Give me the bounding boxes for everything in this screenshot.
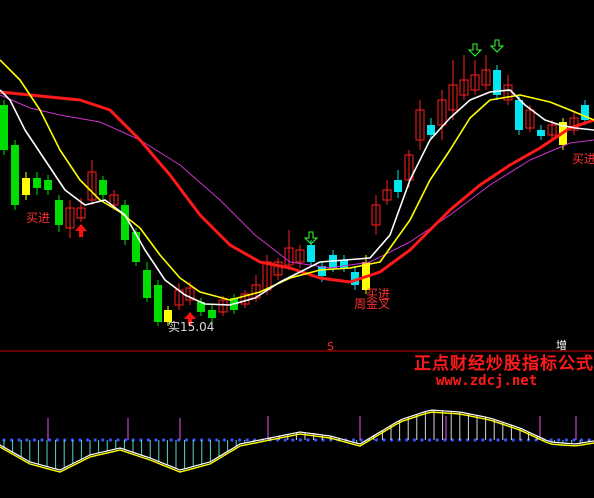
- baseline-dot: [116, 438, 120, 442]
- baseline-dot: [230, 438, 234, 442]
- baseline-dot: [101, 438, 105, 442]
- candle-body: [22, 178, 30, 195]
- baseline-dot: [215, 438, 219, 442]
- stock-chart[interactable]: [0, 0, 594, 498]
- candle-body: [99, 180, 107, 195]
- baseline-dot: [504, 438, 508, 442]
- watermark-title: 正点财经炒股指标公式: [414, 354, 594, 374]
- candle-body: [33, 178, 41, 188]
- baseline-dot: [17, 438, 21, 442]
- watermark-url: www.zdcj.net: [436, 373, 538, 389]
- baseline-dot: [352, 438, 356, 442]
- baseline-dot: [25, 438, 29, 442]
- baseline-dot: [245, 438, 249, 442]
- baseline-dot: [154, 438, 158, 442]
- baseline-dot: [169, 438, 173, 442]
- baseline-dot: [238, 438, 242, 442]
- baseline-dot: [162, 438, 166, 442]
- baseline-dot: [564, 438, 569, 442]
- candle-body: [515, 100, 523, 130]
- add-marker-label: 增: [556, 339, 567, 352]
- baseline-dot: [435, 438, 439, 442]
- candle-body: [427, 125, 435, 135]
- baseline-dot: [488, 438, 492, 442]
- baseline-dot: [86, 438, 90, 442]
- baseline-dot: [40, 438, 44, 442]
- s-marker-label: S: [327, 340, 334, 353]
- baseline-dot: [390, 438, 394, 442]
- candle-body: [394, 180, 402, 192]
- candle-body: [132, 232, 140, 262]
- baseline-dot: [557, 438, 561, 442]
- baseline-dot: [314, 438, 318, 442]
- weekly-cross-label: 周金叉: [354, 297, 391, 311]
- baseline-dot: [572, 438, 576, 442]
- buy-signal-label-left: 买进: [26, 211, 51, 225]
- baseline-dot: [222, 438, 226, 442]
- baseline-dot: [473, 438, 477, 442]
- baseline-dot: [63, 438, 67, 442]
- baseline-dot: [496, 438, 500, 442]
- baseline-dot: [146, 438, 150, 442]
- candle-body: [307, 245, 315, 262]
- baseline-dot: [298, 438, 302, 442]
- baseline-dot: [32, 438, 37, 442]
- low-price-label: 实15.04: [168, 320, 215, 334]
- baseline-dot: [428, 438, 432, 442]
- baseline-dot: [511, 438, 515, 442]
- candle-body: [154, 285, 162, 322]
- baseline-dot: [283, 438, 287, 442]
- candle-body: [55, 200, 63, 225]
- baseline-dot: [374, 438, 378, 442]
- baseline-dot: [184, 438, 188, 442]
- candle-body: [121, 205, 129, 240]
- baseline-dot: [306, 438, 310, 442]
- baseline-dot: [93, 438, 97, 442]
- baseline-dot: [481, 438, 485, 442]
- candle-body: [44, 180, 52, 190]
- candle-body: [11, 145, 19, 205]
- candle-body: [143, 270, 151, 298]
- baseline-dot: [412, 438, 416, 442]
- candle-body: [0, 105, 8, 150]
- baseline-dot: [108, 438, 112, 442]
- candle-body: [208, 310, 216, 318]
- baseline-dot: [291, 438, 295, 442]
- baseline-dot: [420, 438, 424, 442]
- buy-signal-label-right: 买进: [572, 152, 594, 166]
- candle-body: [537, 130, 545, 136]
